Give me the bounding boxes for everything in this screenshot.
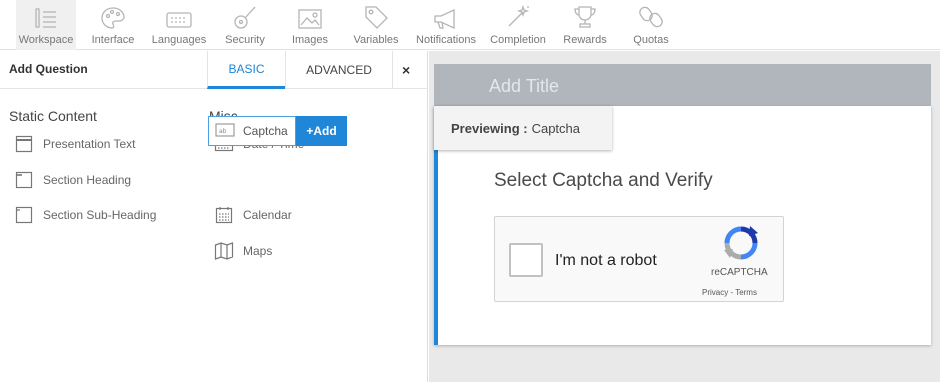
previewing-badge: Previewing : Captcha — [434, 106, 612, 150]
static-content-title: Static Content — [9, 108, 97, 124]
toolbar-label: Interface — [91, 34, 135, 46]
presentation-text-icon — [14, 135, 34, 153]
toolbar-languages[interactable]: Languages — [148, 0, 210, 50]
map-icon — [214, 242, 234, 260]
toolbar-workspace[interactable]: Workspace — [16, 0, 76, 50]
item-presentation-text[interactable]: Presentation Text — [14, 135, 136, 153]
toolbar-label: Security — [225, 34, 265, 46]
toolbar-label: Quotas — [633, 34, 669, 46]
tab-advanced[interactable]: ADVANCED — [285, 51, 393, 89]
panel-title: Add Question — [9, 62, 88, 76]
item-label: Maps — [243, 244, 273, 258]
chain-link-icon — [638, 0, 664, 32]
toolbar: Workspace Interface Languages Security I… — [0, 0, 940, 50]
close-icon[interactable]: × — [402, 62, 410, 78]
toolbar-label: Languages — [151, 34, 207, 46]
toolbar-variables[interactable]: Variables — [348, 0, 404, 50]
toolbar-quotas[interactable]: Quotas — [628, 0, 674, 50]
toolbar-label: Rewards — [563, 34, 607, 46]
toolbar-completion[interactable]: Completion — [486, 0, 550, 50]
item-section-sub-heading[interactable]: Section Sub-Heading — [14, 206, 156, 224]
workspace-icon — [33, 0, 59, 32]
question-title: Select Captcha and Verify — [494, 170, 713, 191]
recaptcha-logo-icon — [722, 224, 760, 267]
toolbar-security[interactable]: Security — [218, 0, 272, 50]
toolbar-label: Workspace — [18, 34, 74, 46]
section-sub-heading-icon — [14, 206, 34, 224]
add-title-placeholder[interactable]: Add Title — [489, 76, 559, 97]
calendar-icon — [214, 206, 234, 224]
palette-icon — [100, 0, 126, 32]
recaptcha-widget: I'm not a robot reCAPTCHA Privacy - Term… — [494, 216, 784, 302]
recaptcha-label: I'm not a robot — [555, 252, 657, 269]
panel-header: Add Question BASIC ADVANCED × — [0, 51, 428, 89]
tag-icon — [363, 0, 389, 32]
section-heading-icon — [14, 171, 34, 189]
toolbar-rewards[interactable]: Rewards — [560, 0, 610, 50]
toolbar-label: Variables — [353, 34, 399, 46]
item-label: Section Heading — [43, 173, 132, 187]
magic-wand-icon — [505, 0, 531, 32]
item-label: Captcha — [243, 124, 288, 138]
svg-text:ab: ab — [219, 128, 227, 135]
toolbar-interface[interactable]: Interface — [84, 0, 142, 50]
toolbar-label: Completion — [490, 34, 546, 46]
previewing-value: Captcha — [531, 120, 580, 136]
recaptcha-checkbox[interactable] — [509, 243, 543, 277]
toolbar-notifications[interactable]: Notifications — [412, 0, 480, 50]
trophy-icon — [572, 0, 598, 32]
toolbar-images[interactable]: Images — [286, 0, 334, 50]
recaptcha-brand: reCAPTCHA — [711, 267, 768, 278]
item-label: Section Sub-Heading — [43, 208, 157, 222]
toolbar-label: Images — [291, 34, 329, 46]
item-section-heading[interactable]: Section Heading — [14, 171, 131, 189]
guitar-icon — [232, 0, 258, 32]
item-maps[interactable]: Maps — [214, 242, 272, 260]
tab-basic[interactable]: BASIC — [207, 51, 285, 89]
megaphone-icon — [432, 0, 460, 32]
title-bar[interactable]: Add Title — [434, 64, 931, 106]
item-label: Presentation Text — [43, 137, 136, 151]
image-icon — [297, 0, 323, 32]
previewing-label: Previewing : — [451, 120, 528, 136]
item-label: Calendar — [243, 208, 292, 222]
captcha-icon: ab — [215, 123, 237, 140]
add-captcha-button[interactable]: +Add — [296, 116, 347, 146]
toolbar-label: Notifications — [416, 34, 476, 46]
keyboard-icon — [165, 0, 193, 32]
recaptcha-links[interactable]: Privacy - Terms — [702, 288, 757, 297]
item-calendar[interactable]: Calendar — [214, 206, 292, 224]
item-captcha[interactable]: ab Captcha — [208, 116, 296, 146]
